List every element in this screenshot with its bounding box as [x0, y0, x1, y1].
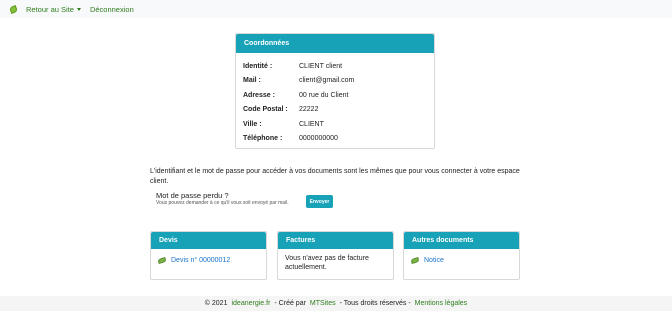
- footer-site-link[interactable]: ideanergie.fr: [231, 300, 270, 307]
- coordinates-value: 0000000000: [299, 135, 338, 143]
- notice-document-link[interactable]: Notice: [410, 254, 512, 265]
- devis-document-link[interactable]: Devis n° 00000012: [157, 254, 259, 265]
- coordinates-label: Adresse :: [243, 91, 275, 99]
- coordinates-value: CLIENT: [299, 120, 324, 128]
- send-password-button[interactable]: Envoyer: [306, 195, 333, 208]
- coordinates-list: Identité : CLIENT client Mail : client@g…: [236, 53, 434, 146]
- coordinates-row-phone: Téléphone : 0000000000: [243, 132, 427, 147]
- coordinates-card: Coordonnées Identité : CLIENT client Mai…: [235, 33, 435, 149]
- coordinates-row-city: Ville : CLIENT: [243, 117, 427, 132]
- coordinates-row-mail: Mail : client@gmail.com: [243, 74, 427, 89]
- leaf-icon: [157, 257, 167, 264]
- footer-author-link[interactable]: MTSites: [310, 300, 336, 307]
- factures-card: Factures Vous n'avez pas de facture actu…: [277, 231, 394, 280]
- leaf-logo-icon: [9, 4, 18, 14]
- coordinates-card-title: Coordonnées: [236, 34, 434, 53]
- leaf-icon: [410, 257, 420, 264]
- logout-link[interactable]: Déconnexion: [90, 5, 134, 14]
- devis-link-label: Devis n° 00000012: [171, 257, 231, 264]
- coordinates-value: client@gmail.com: [299, 77, 355, 85]
- coordinates-label: Identité :: [243, 62, 273, 70]
- coordinates-label: Ville :: [243, 120, 262, 128]
- footer: © 2021 ideanergie.fr - Créé par MTSites …: [0, 296, 672, 311]
- coordinates-label: Code Postal :: [243, 106, 288, 114]
- back-to-site-label: Retour au Site: [26, 4, 74, 14]
- factures-empty-text: Vous n'avez pas de facture actuellement.: [285, 255, 369, 271]
- footer-rights: - Tous droits réservés -: [339, 300, 411, 307]
- autres-documents-card-title: Autres documents: [404, 232, 519, 249]
- coordinates-row-postal-code: Code Postal : 22222: [243, 103, 427, 118]
- factures-card-title: Factures: [278, 232, 393, 249]
- devis-card-title: Devis: [151, 232, 266, 249]
- lost-password-subtitle: Vous pouvez demander à ce qu'il vous soi…: [156, 200, 289, 206]
- footer-legal-link[interactable]: Mentions légales: [415, 300, 468, 307]
- footer-copyright: © 2021: [204, 300, 228, 307]
- notice-link-label: Notice: [424, 257, 444, 264]
- back-to-site-dropdown[interactable]: Retour au Site: [26, 5, 81, 14]
- devis-card: Devis Devis n° 00000012: [150, 231, 267, 280]
- coordinates-row-address: Adresse : 00 rue du Client: [243, 88, 427, 103]
- coordinates-value: 22222: [299, 106, 319, 114]
- autres-documents-card: Autres documents Notice: [403, 231, 520, 280]
- lost-password-title: Mot de passe perdu ?: [156, 191, 229, 200]
- credentials-info-text: L'identifiant et le mot de passe pour ac…: [150, 168, 520, 185]
- caret-down-icon: [76, 7, 81, 11]
- coordinates-value: CLIENT client: [299, 62, 343, 70]
- coordinates-label: Téléphone :: [243, 135, 283, 143]
- coordinates-label: Mail :: [243, 77, 261, 85]
- coordinates-value: 00 rue du Client: [299, 91, 349, 99]
- top-navbar: Retour au Site Déconnexion: [0, 0, 672, 18]
- footer-created-by: - Créé par: [274, 300, 306, 307]
- coordinates-row-identity: Identité : CLIENT client: [243, 59, 427, 74]
